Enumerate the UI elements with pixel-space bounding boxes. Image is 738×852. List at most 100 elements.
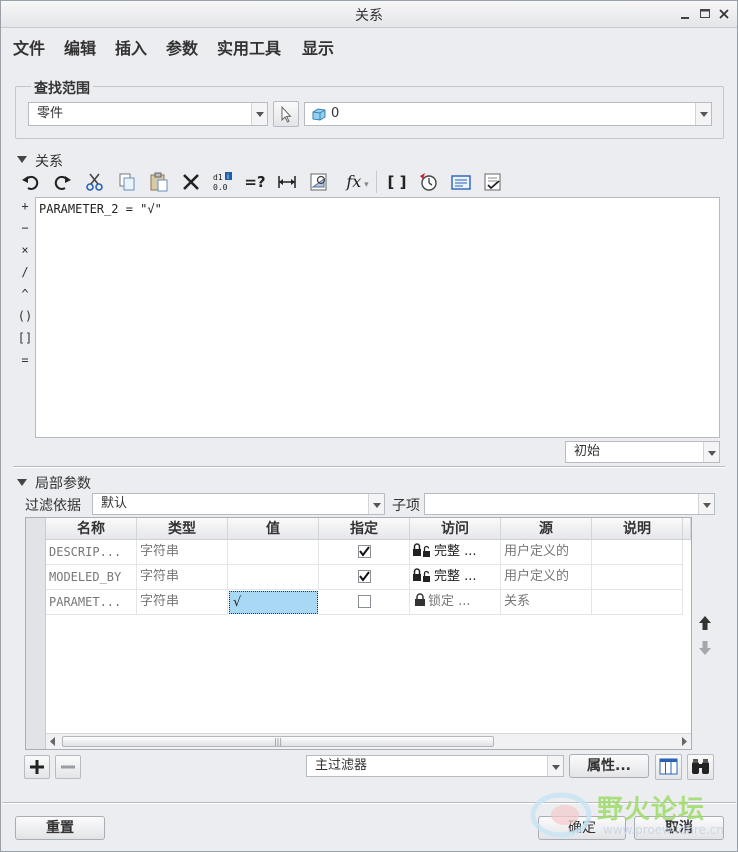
cell-value[interactable] bbox=[228, 540, 319, 565]
unlock-icon bbox=[413, 568, 430, 582]
cell-description[interactable] bbox=[592, 565, 683, 590]
delete-icon[interactable] bbox=[179, 171, 203, 193]
cell-type[interactable]: 字符串 bbox=[137, 590, 228, 615]
part-icon bbox=[312, 108, 326, 121]
main-filter-value: 主过滤器 bbox=[315, 758, 368, 773]
col-header-value[interactable]: 值 bbox=[228, 518, 319, 540]
cut-icon[interactable] bbox=[83, 171, 107, 193]
operator-multiply[interactable]: × bbox=[17, 243, 33, 257]
collapse-triangle-icon[interactable] bbox=[17, 156, 27, 163]
access-text: 锁定 ... bbox=[428, 594, 471, 609]
verify-icon[interactable] bbox=[307, 171, 331, 193]
dimension-icon[interactable] bbox=[275, 171, 299, 193]
filter-select[interactable]: 默认 bbox=[92, 493, 385, 515]
add-parameter-button[interactable] bbox=[24, 755, 50, 779]
operator-plus[interactable]: + bbox=[17, 199, 33, 213]
lookin-type-value: 零件 bbox=[37, 106, 64, 121]
state-select[interactable]: 初始 bbox=[565, 441, 720, 463]
col-header-name[interactable]: 名称 bbox=[46, 518, 137, 540]
collapse-triangle-icon[interactable] bbox=[17, 479, 27, 486]
lookin-type-select[interactable]: 零件 bbox=[28, 102, 268, 126]
main-filter-select[interactable]: 主过滤器 bbox=[306, 755, 564, 777]
check-icon[interactable] bbox=[481, 171, 505, 193]
col-header-description[interactable]: 说明 bbox=[592, 518, 683, 540]
operator-parentheses[interactable]: () bbox=[17, 309, 33, 323]
relations-editor[interactable]: PARAMETER_2 = "√" bbox=[35, 197, 720, 438]
parameters-table: 名称 类型 值 指定 访问 源 说明 DESCRIP... 字符串 完整 ...… bbox=[25, 517, 692, 750]
chevron-down-icon bbox=[547, 756, 563, 776]
cell-name[interactable]: DESCRIP... bbox=[46, 540, 137, 565]
close-icon[interactable] bbox=[716, 6, 732, 22]
menu-edit[interactable]: 编辑 bbox=[64, 35, 96, 59]
cell-source[interactable]: 用户定义的 bbox=[501, 540, 592, 565]
cell-access[interactable]: 完整 ... bbox=[410, 565, 501, 590]
reset-button[interactable]: 重置 bbox=[15, 816, 105, 840]
operator-minus[interactable]: − bbox=[17, 221, 33, 235]
cell-description[interactable] bbox=[592, 590, 683, 615]
insert-icon[interactable] bbox=[449, 171, 473, 193]
watermark-url: www.proewildfire.cn bbox=[603, 823, 724, 837]
arrow-up-icon[interactable] bbox=[698, 615, 712, 631]
redo-icon[interactable] bbox=[50, 171, 74, 193]
col-header-type[interactable]: 类型 bbox=[137, 518, 228, 540]
units-icon[interactable] bbox=[417, 171, 441, 193]
menu-show[interactable]: 显示 bbox=[302, 35, 334, 59]
evaluate-icon[interactable]: =? bbox=[243, 171, 267, 193]
sub-label: 子项 bbox=[392, 498, 420, 514]
brackets-icon[interactable]: [ ] bbox=[385, 171, 409, 193]
checkmark-icon bbox=[359, 546, 370, 557]
cell-source[interactable]: 用户定义的 bbox=[501, 565, 592, 590]
cell-name[interactable]: PARAMET... bbox=[46, 590, 137, 615]
access-text: 完整 ... bbox=[434, 544, 477, 559]
scroll-left-icon bbox=[50, 737, 55, 746]
menu-bar: 文件 编辑 插入 参数 实用工具 显示 bbox=[1, 28, 737, 62]
function-button[interactable]: fx ▾ bbox=[339, 171, 377, 193]
lookin-object-value: 0 bbox=[331, 106, 340, 121]
horizontal-scrollbar[interactable]: ||| bbox=[46, 733, 691, 749]
find-button[interactable] bbox=[687, 754, 714, 780]
menu-utilities[interactable]: 实用工具 bbox=[217, 35, 281, 59]
cell-description[interactable] bbox=[592, 540, 683, 565]
col-header-access[interactable]: 访问 bbox=[410, 518, 501, 540]
operator-divide[interactable]: / bbox=[17, 265, 33, 279]
arrow-down-icon[interactable] bbox=[698, 640, 712, 656]
cell-name[interactable]: MODELED_BY bbox=[46, 565, 137, 590]
lookin-object-select[interactable]: 0 bbox=[304, 102, 712, 126]
cell-type[interactable]: 字符串 bbox=[137, 565, 228, 590]
select-object-button[interactable] bbox=[273, 101, 299, 127]
copy-icon[interactable] bbox=[115, 171, 139, 193]
binoculars-icon bbox=[692, 759, 709, 774]
scrollbar-thumb[interactable]: ||| bbox=[62, 736, 494, 747]
remove-parameter-button[interactable] bbox=[55, 755, 81, 779]
operator-power[interactable]: ^ bbox=[17, 287, 33, 301]
cell-type[interactable]: 字符串 bbox=[137, 540, 228, 565]
cell-access[interactable]: 完整 ... bbox=[410, 540, 501, 565]
operator-brackets[interactable]: [] bbox=[17, 331, 33, 345]
svg-text:0.0: 0.0 bbox=[213, 183, 228, 192]
cell-access[interactable]: 锁定 ... bbox=[410, 590, 501, 615]
cell-value-selected[interactable]: √ bbox=[229, 591, 318, 614]
cell-value[interactable] bbox=[228, 565, 319, 590]
designate-checkbox[interactable] bbox=[358, 570, 371, 583]
designate-checkbox[interactable] bbox=[358, 545, 371, 558]
minimize-icon[interactable] bbox=[677, 6, 693, 22]
menu-insert[interactable]: 插入 bbox=[115, 35, 147, 59]
cell-designate bbox=[319, 590, 410, 615]
sub-select[interactable] bbox=[424, 493, 715, 515]
cell-source[interactable]: 关系 bbox=[501, 590, 592, 615]
col-header-designate[interactable]: 指定 bbox=[319, 518, 410, 540]
maximize-icon[interactable] bbox=[697, 6, 713, 22]
col-header-source[interactable]: 源 bbox=[501, 518, 592, 540]
properties-button[interactable]: 属性... bbox=[569, 754, 649, 778]
undo-icon[interactable] bbox=[19, 171, 43, 193]
designate-checkbox[interactable] bbox=[358, 595, 371, 608]
menu-file[interactable]: 文件 bbox=[13, 35, 45, 59]
columns-button[interactable] bbox=[655, 754, 682, 780]
access-text: 完整 ... bbox=[434, 569, 477, 584]
menu-parameters[interactable]: 参数 bbox=[166, 35, 198, 59]
chevron-down-icon bbox=[368, 494, 384, 514]
operator-equals[interactable]: = bbox=[17, 353, 33, 367]
relations-text: PARAMETER_2 = "√" bbox=[39, 202, 162, 216]
sort-icon[interactable]: d1 0.0 i bbox=[211, 171, 235, 193]
paste-icon[interactable] bbox=[147, 171, 171, 193]
